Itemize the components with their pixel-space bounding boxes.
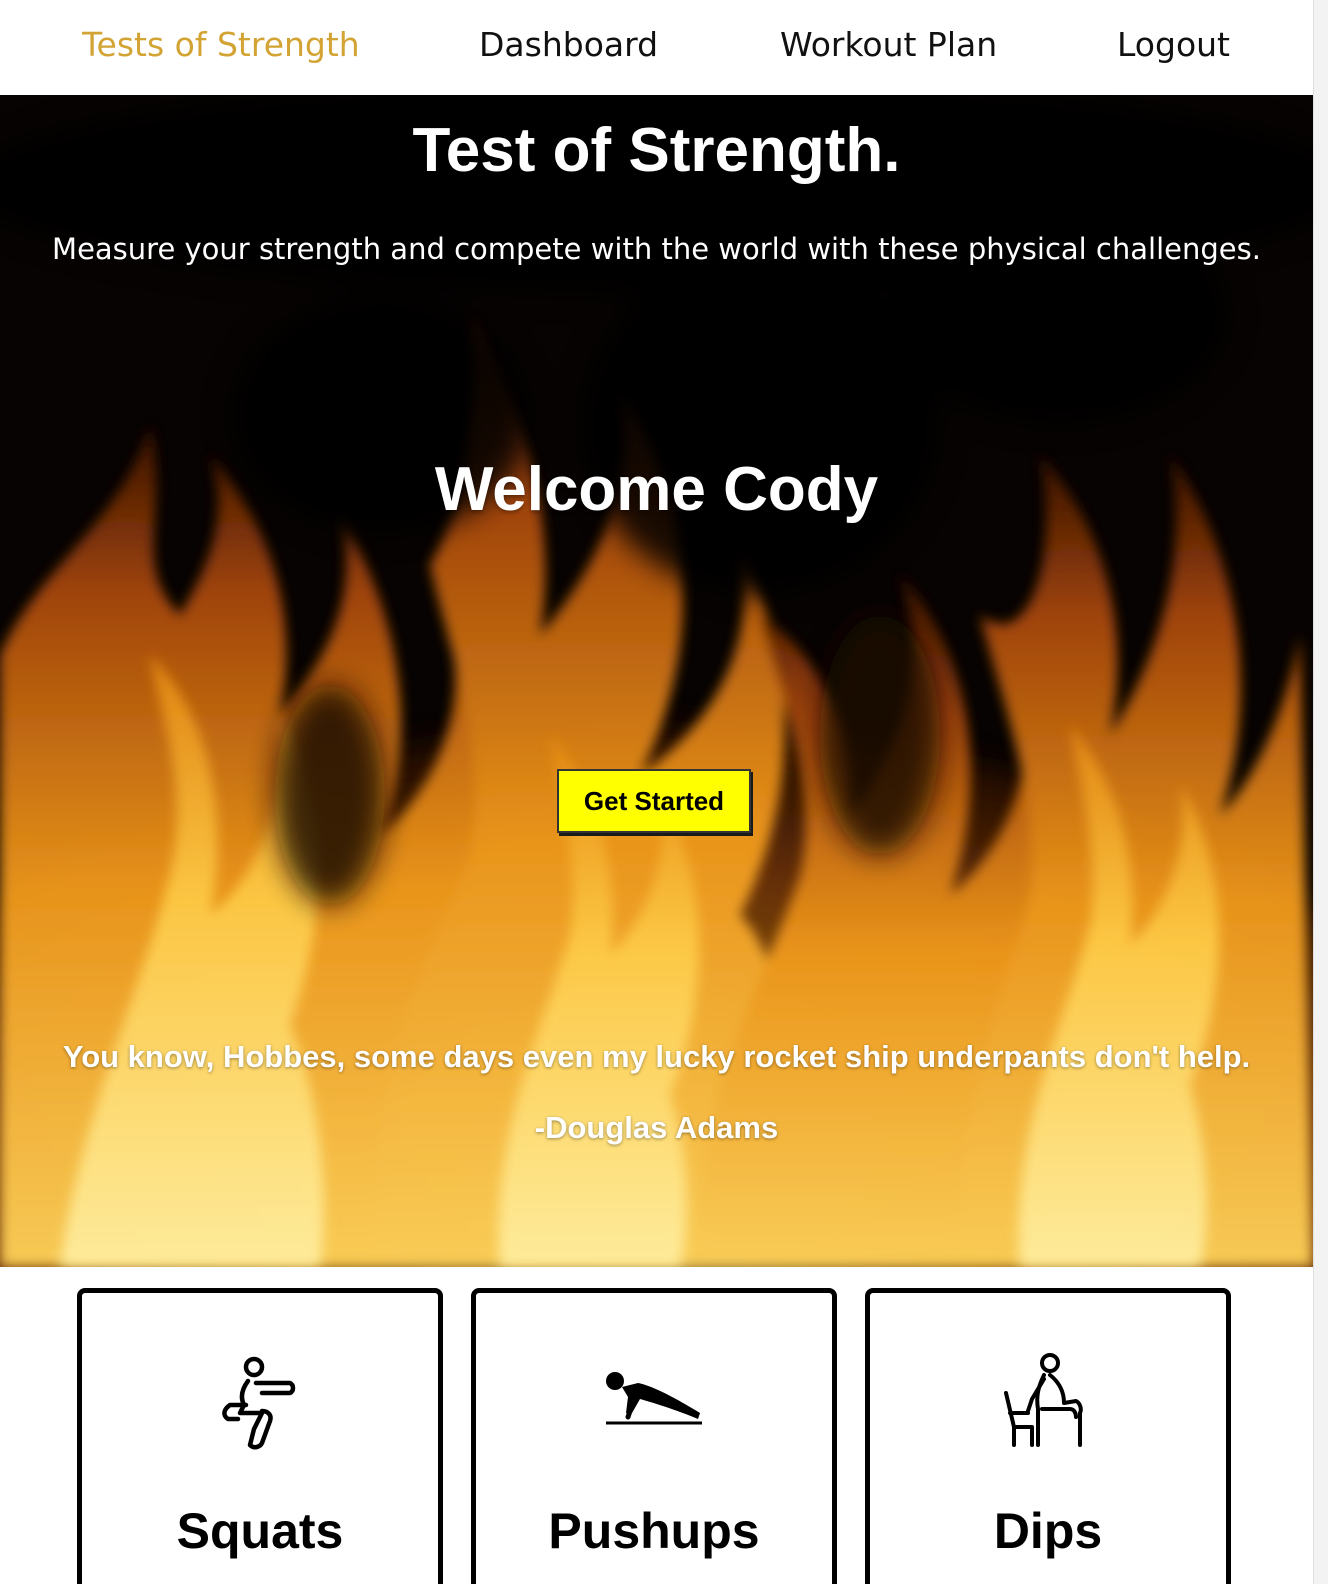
pushup-icon	[606, 1372, 702, 1425]
quote-text: You know, Hobbes, some days even my luck…	[62, 1039, 1251, 1074]
hero-title: Test of Strength.	[412, 116, 901, 185]
window-edge	[1313, 0, 1328, 1584]
exercise-label-squats: Squats	[176, 1503, 344, 1559]
nav-workout-plan-link[interactable]: Workout Plan	[780, 24, 997, 66]
quote-author: -Douglas Adams	[534, 1110, 779, 1145]
hero-section: Test of Strength. Measure your strength …	[0, 95, 1313, 1267]
exercise-card-pushups[interactable]: Pushups	[471, 1288, 837, 1584]
fire-background-image	[0, 95, 1313, 1267]
nav-brand-link[interactable]: Tests of Strength	[82, 24, 360, 66]
exercise-card-squats[interactable]: Squats	[77, 1288, 443, 1584]
get-started-button[interactable]: Get Started	[557, 769, 751, 833]
page: Tests of Strength Dashboard Workout Plan…	[0, 0, 1328, 1584]
squat-icon	[222, 1356, 296, 1450]
welcome-heading: Welcome Cody	[434, 455, 879, 524]
hero-subtitle: Measure your strength and compete with t…	[52, 232, 1261, 266]
exercise-label-pushups: Pushups	[548, 1503, 760, 1559]
exercise-card-dips[interactable]: Dips	[865, 1288, 1231, 1584]
exercise-label-dips: Dips	[993, 1503, 1103, 1559]
dips-icon	[1004, 1353, 1083, 1447]
nav-dashboard-link[interactable]: Dashboard	[479, 24, 658, 66]
top-navbar: Tests of Strength Dashboard Workout Plan…	[0, 0, 1313, 95]
nav-logout-link[interactable]: Logout	[1117, 24, 1230, 66]
